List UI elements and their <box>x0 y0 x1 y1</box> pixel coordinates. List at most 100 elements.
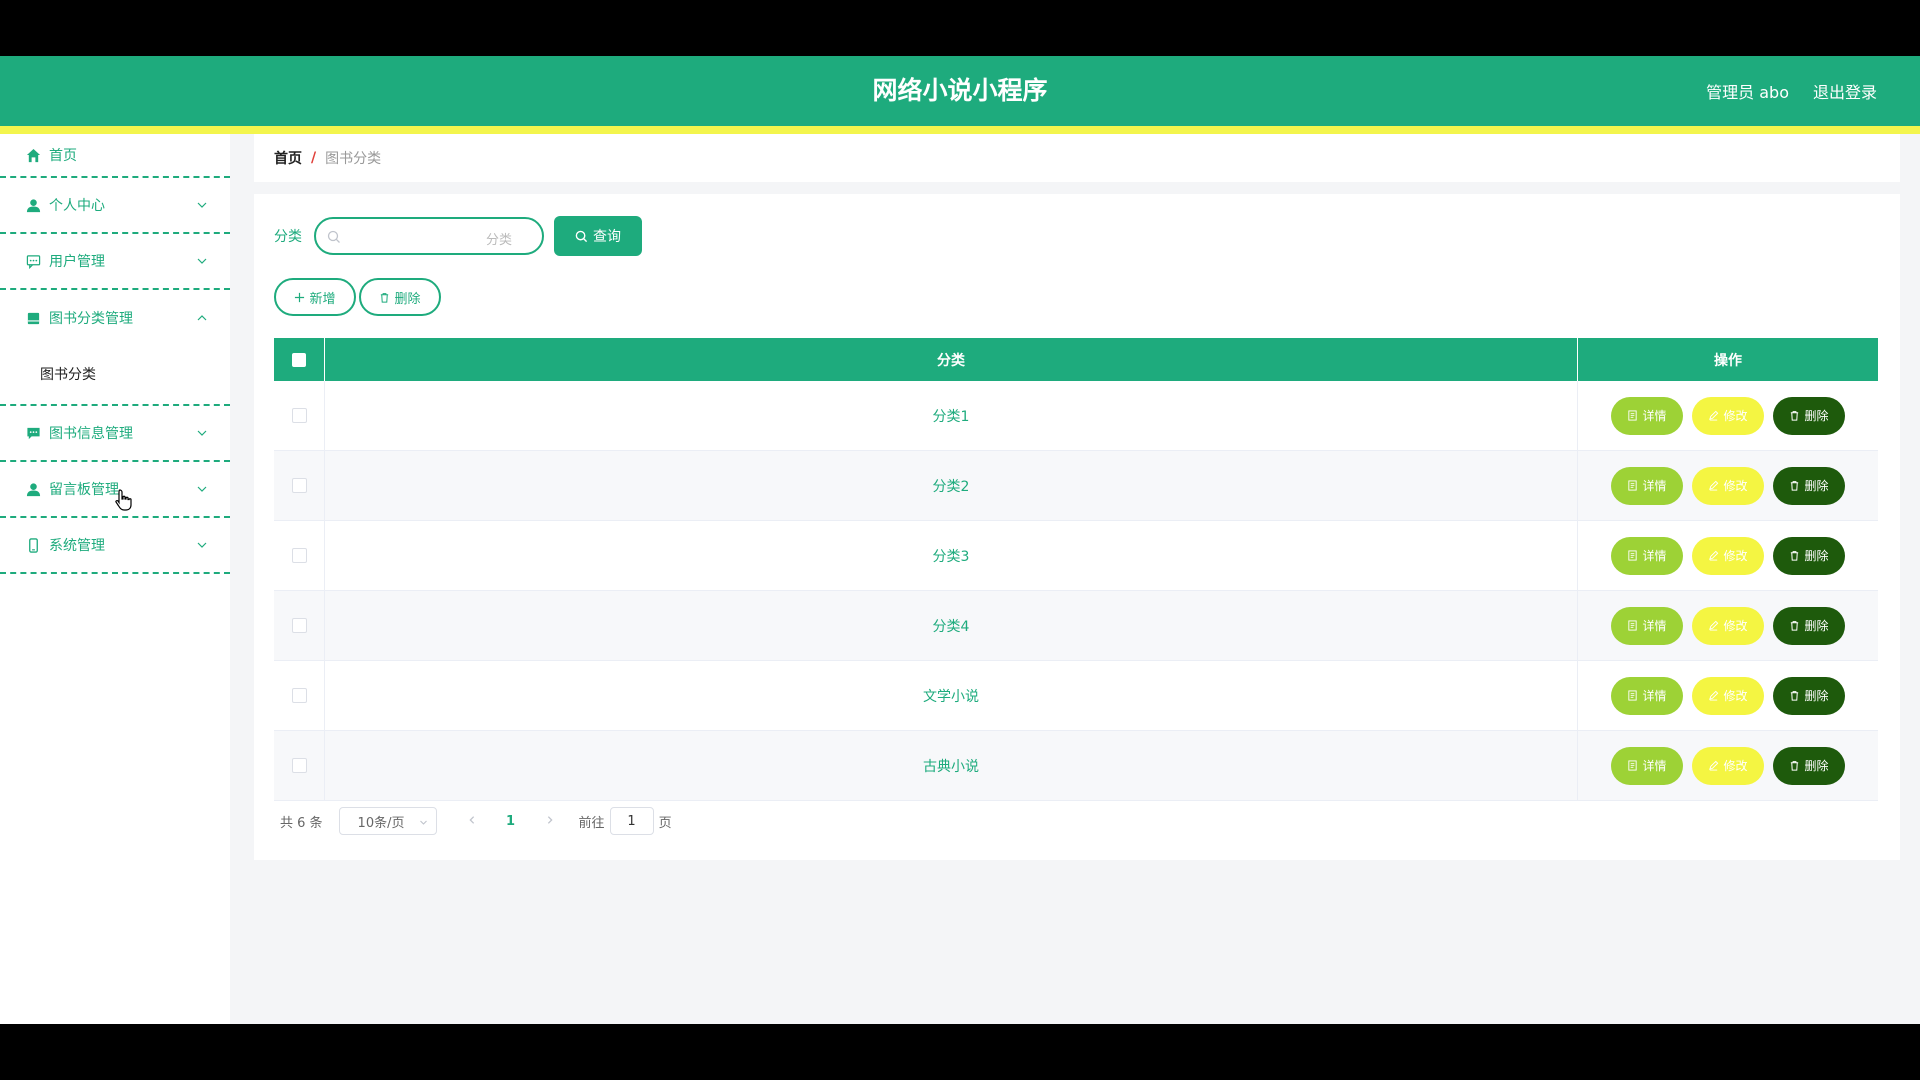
select-all-checkbox[interactable] <box>292 352 306 367</box>
batch-delete-button[interactable]: 删除 <box>359 278 441 316</box>
edit-button[interactable]: 修改 <box>1692 466 1764 505</box>
edit-button[interactable]: 修改 <box>1692 396 1764 435</box>
detail-button[interactable]: 详情 <box>1611 746 1683 785</box>
table-header-row: 分类 操作 <box>274 338 1878 381</box>
row-checkbox[interactable] <box>291 408 307 423</box>
filter-row: 分类 分类 查询 <box>274 216 642 256</box>
sidebar-subitem-book-category[interactable]: 图书分类 <box>0 346 230 404</box>
chevron-up-icon <box>197 315 207 321</box>
detail-button[interactable]: 详情 <box>1611 676 1683 715</box>
row-select-cell <box>274 590 325 661</box>
header-bar: 网络小说小程序 管理员 abo 退出登录 <box>0 56 1920 126</box>
breadcrumb-home[interactable]: 首页 <box>274 148 302 168</box>
delete-button-label: 删除 <box>1804 619 1829 633</box>
edit-button-label: 修改 <box>1723 549 1748 563</box>
detail-button[interactable]: 详情 <box>1611 466 1683 505</box>
sidebar-item-users[interactable]: 用户管理 <box>0 234 230 290</box>
next-page-button[interactable] <box>535 814 565 829</box>
row-checkbox[interactable] <box>291 548 307 563</box>
delete-button-label: 删除 <box>1804 479 1829 493</box>
add-button-label: 新增 <box>309 291 336 307</box>
logout-link[interactable]: 退出登录 <box>1813 79 1877 103</box>
delete-button[interactable]: 删除 <box>1773 676 1845 715</box>
sidebar-item-home[interactable]: 首页 <box>0 134 230 178</box>
row-checkbox[interactable] <box>291 688 307 703</box>
chevron-down-icon <box>197 258 207 264</box>
category-table: 分类 操作 分类1 详情 修改 删除 分类2 详情 修改 删除 分类3 详情 修改 删除 分类4 详情 修改… <box>274 338 1878 801</box>
document-icon <box>1628 760 1638 771</box>
chat-icon <box>25 253 41 269</box>
query-button-label: 查询 <box>593 229 621 245</box>
search-icon <box>575 230 588 242</box>
phone-icon <box>25 537 41 553</box>
add-button[interactable]: 新增 <box>274 278 356 316</box>
delete-button[interactable]: 删除 <box>1773 466 1845 505</box>
submenu-book-category: 图书分类 <box>0 346 230 406</box>
message-icon <box>25 425 41 441</box>
row-select-cell <box>274 381 325 451</box>
table-row: 分类4 详情 修改 删除 <box>274 590 1878 661</box>
pagination: 共 6 条 10条/页 1 前往 页 <box>280 806 672 836</box>
pencil-icon <box>1709 550 1719 561</box>
row-actions-cell: 详情 修改 删除 <box>1577 520 1878 591</box>
row-select-cell <box>274 450 325 521</box>
category-cell: 古典小说 <box>324 730 1578 801</box>
detail-button-label: 详情 <box>1642 479 1667 493</box>
query-button[interactable]: 查询 <box>554 216 642 256</box>
delete-button-label: 删除 <box>1804 689 1829 703</box>
category-search-input[interactable] <box>316 219 542 253</box>
chevron-down-icon <box>419 820 427 825</box>
goto-prefix: 前往 <box>578 815 605 831</box>
row-actions-cell: 详情 修改 删除 <box>1577 450 1878 521</box>
sidebar-item-book-category-mgmt[interactable]: 图书分类管理 <box>0 290 230 346</box>
page-number-current[interactable]: 1 <box>487 814 535 829</box>
trash-icon <box>1791 691 1799 701</box>
edit-button[interactable]: 修改 <box>1692 536 1764 575</box>
breadcrumb-separator: / <box>311 150 317 166</box>
detail-button[interactable]: 详情 <box>1611 396 1683 435</box>
detail-button[interactable]: 详情 <box>1611 606 1683 645</box>
sidebar-item-book-info-mgmt[interactable]: 图书信息管理 <box>0 406 230 462</box>
trash-icon <box>381 292 389 303</box>
book-icon <box>25 310 41 326</box>
edit-button-label: 修改 <box>1723 409 1748 423</box>
chevron-down-icon <box>197 430 207 436</box>
sidebar-item-personal[interactable]: 个人中心 <box>0 178 230 234</box>
content-panel: 分类 分类 查询 新增 删除 分类 操作 分类1 详情 修改 删除 分类2 详情… <box>254 194 1900 860</box>
prev-page-button[interactable] <box>457 814 487 829</box>
table-body: 分类1 详情 修改 删除 分类2 详情 修改 删除 分类3 详情 修改 删除 分类4 详情 修改 删除 文学小说… <box>274 381 1878 801</box>
sidebar-item-label: 个人中心 <box>49 198 105 214</box>
detail-button[interactable]: 详情 <box>1611 536 1683 575</box>
breadcrumb-current: 图书分类 <box>325 151 382 167</box>
edit-button[interactable]: 修改 <box>1692 606 1764 645</box>
edit-button[interactable]: 修改 <box>1692 676 1764 715</box>
edit-button-label: 修改 <box>1723 689 1748 703</box>
header-accent-stripe <box>0 126 1920 134</box>
delete-button[interactable]: 删除 <box>1773 606 1845 645</box>
goto-suffix: 页 <box>658 815 672 831</box>
goto-page-input[interactable] <box>609 807 654 835</box>
table-row: 分类2 详情 修改 删除 <box>274 450 1878 521</box>
page-size-select[interactable]: 10条/页 <box>338 807 437 835</box>
plus-icon <box>295 292 305 302</box>
delete-button[interactable]: 删除 <box>1773 746 1845 785</box>
row-checkbox[interactable] <box>291 478 307 493</box>
sidebar-item-system[interactable]: 系统管理 <box>0 518 230 574</box>
delete-button[interactable]: 删除 <box>1773 396 1845 435</box>
delete-button-label: 删除 <box>1804 549 1829 563</box>
row-checkbox[interactable] <box>291 618 307 633</box>
edit-button[interactable]: 修改 <box>1692 746 1764 785</box>
trash-icon <box>1791 551 1799 561</box>
delete-button-label: 删除 <box>1804 409 1829 423</box>
row-checkbox[interactable] <box>291 758 307 773</box>
trash-icon <box>1791 761 1799 771</box>
table-row: 古典小说 详情 修改 删除 <box>274 730 1878 801</box>
trash-icon <box>1791 481 1799 491</box>
admin-user-label[interactable]: 管理员 abo <box>1706 79 1789 103</box>
detail-button-label: 详情 <box>1642 759 1667 773</box>
pagination-total: 共 6 条 <box>280 815 323 831</box>
delete-button[interactable]: 删除 <box>1773 536 1845 575</box>
detail-button-label: 详情 <box>1642 409 1667 423</box>
pencil-icon <box>1709 480 1719 491</box>
mouse-cursor-icon <box>115 489 132 511</box>
